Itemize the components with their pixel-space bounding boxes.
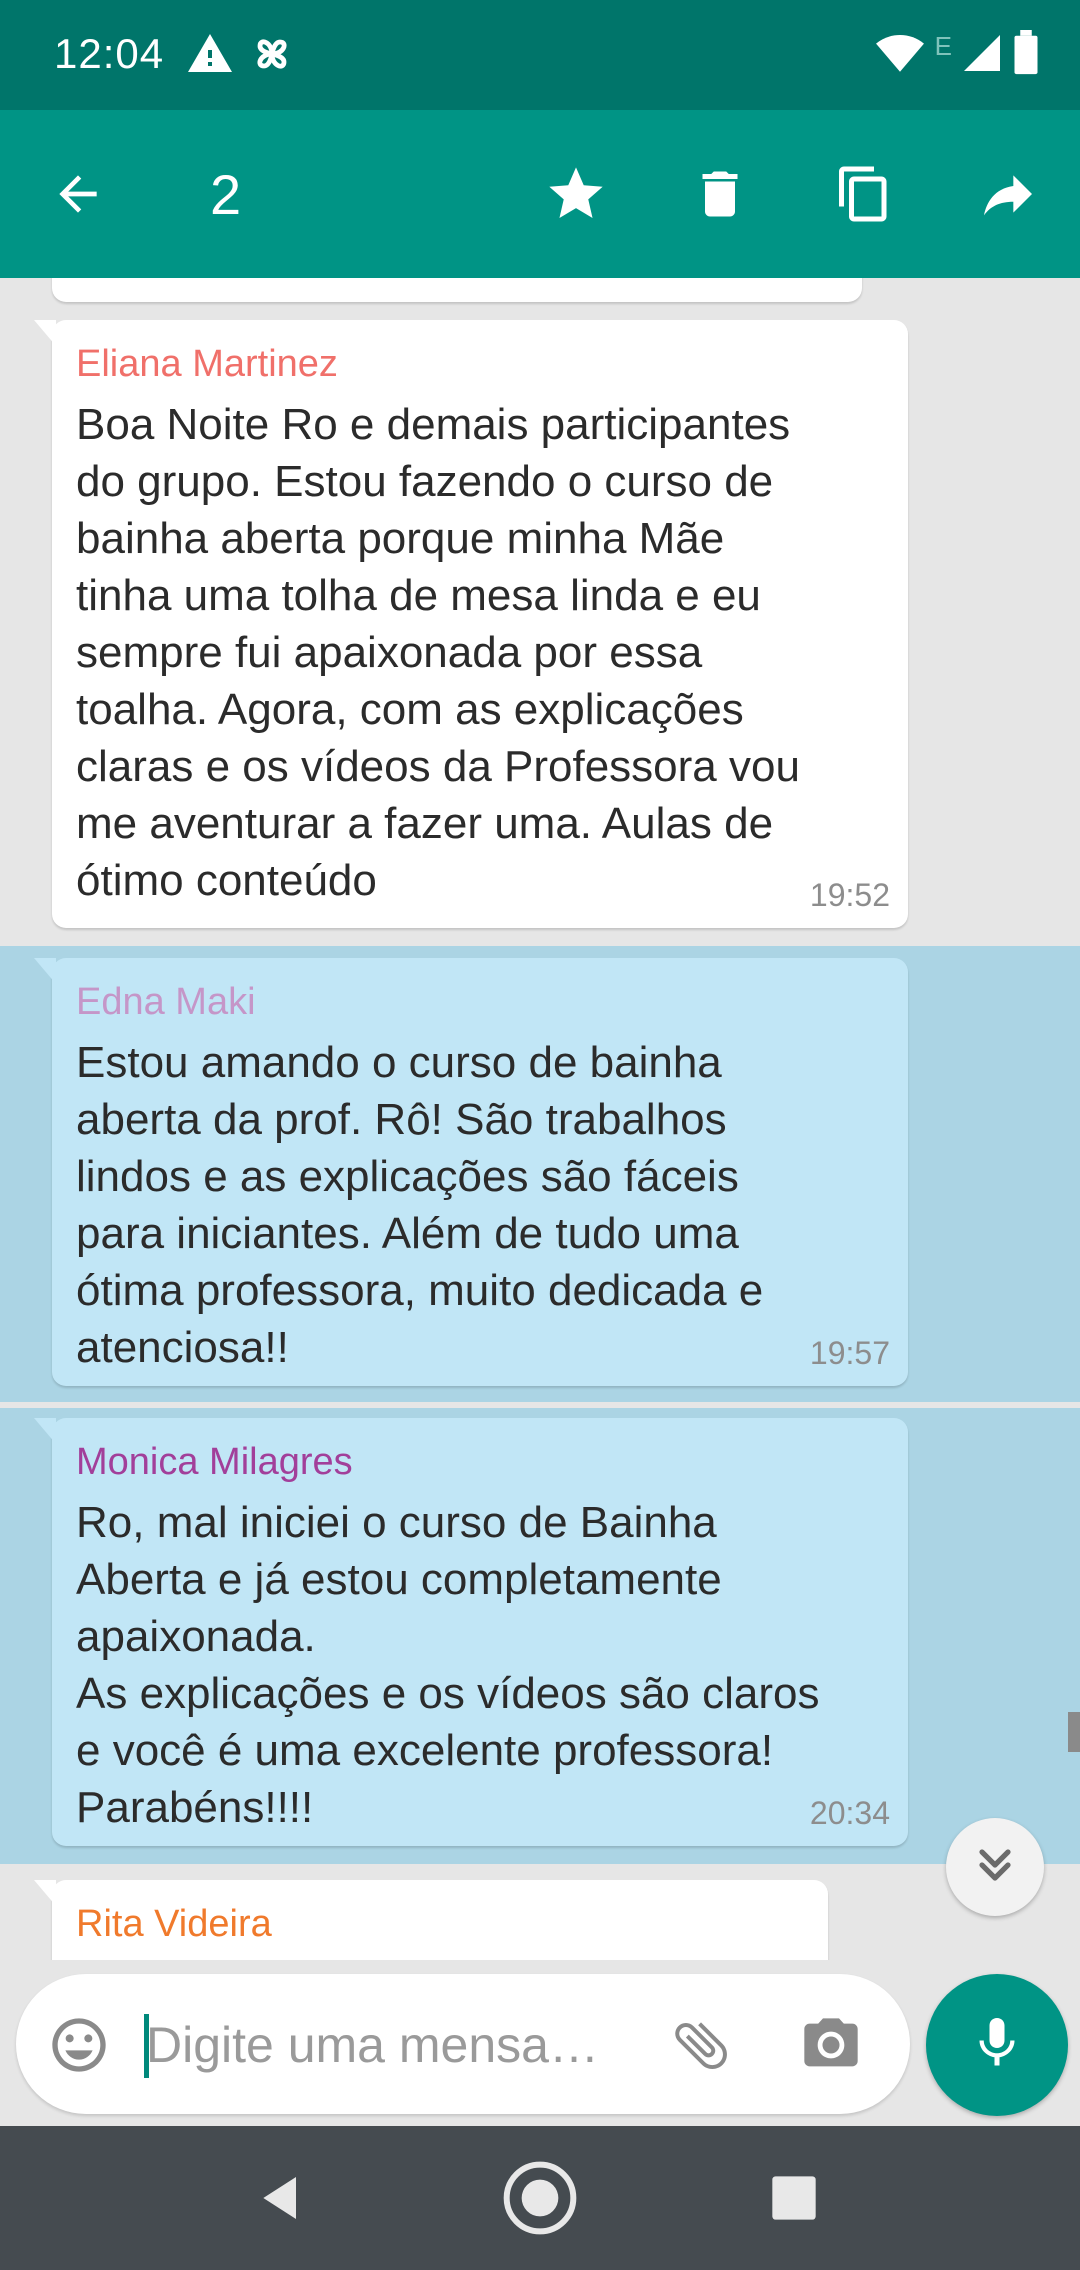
nav-recents-icon[interactable] <box>754 2158 834 2238</box>
message-row-selected[interactable]: Edna Maki Estou amando o curso de bainha… <box>0 946 1080 1402</box>
scrollbar-thumb[interactable] <box>1068 1712 1080 1752</box>
paperclip-icon[interactable] <box>666 2010 736 2080</box>
network-type: E <box>934 30 952 61</box>
scroll-to-bottom-button[interactable] <box>946 1818 1044 1916</box>
system-navigation-bar <box>0 2126 1080 2270</box>
message-bubble[interactable]: Monica Milagres Ro, mal iniciei o curso … <box>34 1418 908 1846</box>
microphone-icon <box>967 2013 1027 2078</box>
message-input[interactable] <box>146 2000 646 2090</box>
warning-icon <box>186 30 234 83</box>
selected-count: 2 <box>210 163 242 226</box>
double-chevron-down-icon <box>969 1839 1021 1896</box>
sender-name[interactable]: Rita Videira <box>76 1902 804 1946</box>
emoji-icon[interactable] <box>44 2010 114 2080</box>
forward-icon[interactable] <box>968 154 1048 234</box>
pinwheel-icon <box>248 30 296 83</box>
camera-icon[interactable] <box>796 2010 866 2080</box>
chat-messages[interactable]: Eliana Martinez Boa Noite Ro e demais pa… <box>0 278 1080 1960</box>
sender-name[interactable]: Edna Maki <box>76 980 884 1024</box>
sender-name[interactable]: Eliana Martinez <box>76 342 884 386</box>
message-text: Estou amando o curso de bainha aberta da… <box>76 1038 764 1372</box>
delete-icon[interactable] <box>680 154 760 234</box>
star-icon[interactable] <box>536 154 616 234</box>
compose-bar <box>0 1960 1080 2126</box>
signal-icon <box>962 33 1002 78</box>
message-text: Ro, mal iniciei o curso de Bainha Aberta… <box>76 1498 820 1832</box>
nav-back-icon[interactable] <box>242 2158 322 2238</box>
nav-home-icon[interactable] <box>500 2158 580 2238</box>
compose-pill[interactable] <box>16 1974 910 2114</box>
back-arrow-icon[interactable] <box>38 154 118 234</box>
message-row[interactable]: Eliana Martinez Boa Noite Ro e demais pa… <box>0 278 1080 946</box>
message-bubble[interactable]: Rita Videira <box>34 1880 828 1960</box>
message-time: 20:34 <box>809 1795 890 1831</box>
copy-icon[interactable] <box>824 154 904 234</box>
message-text: Boa Noite Ro e demais participantes do g… <box>76 400 800 905</box>
message-bubble[interactable]: Edna Maki Estou amando o curso de bainha… <box>34 958 908 1386</box>
message-time: 19:52 <box>809 877 890 913</box>
microphone-button[interactable] <box>926 1974 1068 2116</box>
status-bar: 12:04 E <box>0 0 1080 110</box>
battery-icon <box>1012 29 1040 81</box>
status-time: 12:04 <box>54 30 165 77</box>
status-right-icons: E <box>875 29 1040 81</box>
wifi-icon <box>875 31 925 80</box>
message-row[interactable]: Rita Videira <box>0 1864 1080 1960</box>
selection-action-bar: 2 <box>0 110 1080 278</box>
sender-name[interactable]: Monica Milagres <box>76 1440 884 1484</box>
message-bubble[interactable]: Eliana Martinez Boa Noite Ro e demais pa… <box>34 320 908 928</box>
message-row-selected[interactable]: Monica Milagres Ro, mal iniciei o curso … <box>0 1408 1080 1864</box>
message-time: 19:57 <box>809 1335 890 1371</box>
